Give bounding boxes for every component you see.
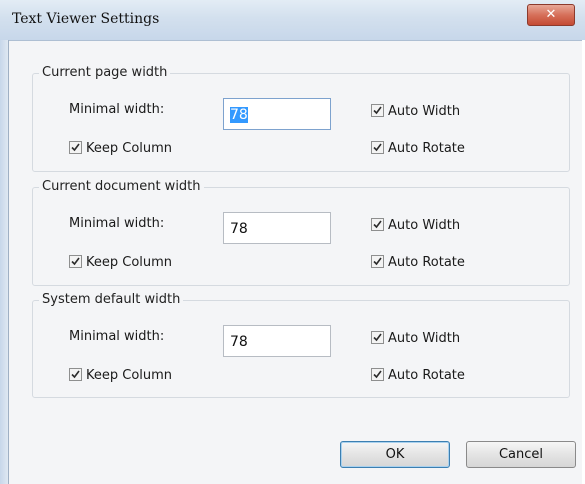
- window-title: Text Viewer Settings: [12, 11, 160, 27]
- checkbox-label: Auto Width: [388, 218, 461, 233]
- minimal-width-input[interactable]: 78: [223, 212, 331, 244]
- auto-width-checkbox[interactable]: Auto Width: [371, 331, 460, 346]
- close-button[interactable]: ✕: [527, 4, 575, 26]
- ok-button[interactable]: OK: [340, 441, 450, 468]
- auto-width-checkbox[interactable]: Auto Width: [371, 104, 460, 119]
- checkbox-label: Keep Column: [86, 141, 173, 156]
- checkbox-label: Auto Rotate: [388, 141, 465, 156]
- checkbox-label: Auto Rotate: [388, 255, 465, 270]
- checkmark-icon: [373, 333, 382, 342]
- auto-width-checkbox[interactable]: Auto Width: [371, 218, 460, 233]
- keep-column-checkbox[interactable]: Keep Column: [69, 255, 172, 270]
- checkbox-box[interactable]: [371, 218, 384, 231]
- checkbox-box[interactable]: [69, 141, 82, 154]
- checkbox-box[interactable]: [371, 331, 384, 344]
- minimal-width-value: 78: [230, 221, 248, 237]
- group-title: System default width: [39, 292, 184, 307]
- checkmark-icon: [71, 370, 80, 379]
- checkbox-label: Auto Width: [388, 104, 461, 119]
- checkmark-icon: [373, 257, 382, 266]
- checkbox-label: Keep Column: [86, 255, 173, 270]
- title-bar: Text Viewer Settings ✕: [0, 0, 585, 41]
- auto-rotate-checkbox[interactable]: Auto Rotate: [371, 368, 465, 383]
- group-title: Current page width: [39, 65, 171, 80]
- group-current-document-width: Current document width Minimal width: 78…: [32, 179, 570, 286]
- checkbox-box[interactable]: [69, 255, 82, 268]
- checkmark-icon: [373, 220, 382, 229]
- checkbox-label: Keep Column: [86, 368, 173, 383]
- auto-rotate-checkbox[interactable]: Auto Rotate: [371, 255, 465, 270]
- minimal-width-label: Minimal width:: [69, 216, 165, 231]
- checkbox-label: Auto Width: [388, 331, 461, 346]
- checkbox-box[interactable]: [371, 141, 384, 154]
- checkmark-icon: [373, 143, 382, 152]
- keep-column-checkbox[interactable]: Keep Column: [69, 141, 172, 156]
- group-title: Current document width: [39, 179, 204, 194]
- group-current-page-width: Current page width Minimal width: 78 Aut…: [32, 65, 570, 172]
- minimal-width-label: Minimal width:: [69, 102, 165, 117]
- group-system-default-width: System default width Minimal width: 78 A…: [32, 292, 570, 398]
- minimal-width-value: 78: [230, 107, 248, 123]
- minimal-width-input[interactable]: 78: [223, 325, 331, 357]
- checkmark-icon: [71, 257, 80, 266]
- cancel-button[interactable]: Cancel: [466, 441, 576, 468]
- checkbox-box[interactable]: [69, 368, 82, 381]
- checkmark-icon: [373, 106, 382, 115]
- checkmark-icon: [71, 143, 80, 152]
- checkbox-box[interactable]: [371, 368, 384, 381]
- minimal-width-label: Minimal width:: [69, 329, 165, 344]
- window-frame-left: [0, 40, 9, 484]
- checkbox-box[interactable]: [371, 255, 384, 268]
- auto-rotate-checkbox[interactable]: Auto Rotate: [371, 141, 465, 156]
- close-icon: ✕: [545, 7, 557, 22]
- minimal-width-input[interactable]: 78: [223, 98, 331, 130]
- keep-column-checkbox[interactable]: Keep Column: [69, 368, 172, 383]
- checkmark-icon: [373, 370, 382, 379]
- checkbox-box[interactable]: [371, 104, 384, 117]
- checkbox-label: Auto Rotate: [388, 368, 465, 383]
- minimal-width-value: 78: [230, 334, 248, 350]
